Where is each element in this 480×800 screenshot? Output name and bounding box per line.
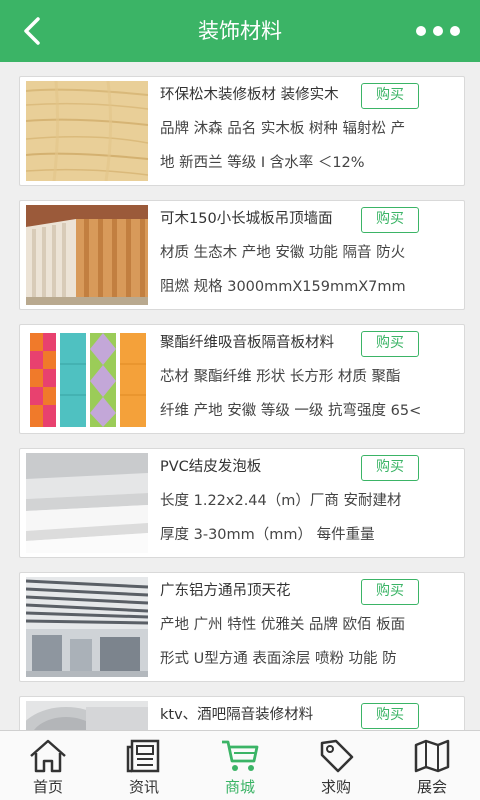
product-list[interactable]: 环保松木装修板材 装修实木 购买 品牌 沐森 品名 实木板 树种 辐射松 产 地… <box>0 62 480 730</box>
news-icon <box>124 737 164 775</box>
product-image-soundproof-roll <box>26 701 148 730</box>
product-spec-line: 纤维 产地 安徽 等级 一级 抗弯强度 65< <box>160 403 422 419</box>
product-image-wood <box>26 81 148 181</box>
more-dot-icon <box>450 26 460 36</box>
product-spec-line: 长度 1.22x2.44（m）厂商 安耐建材 <box>160 493 402 509</box>
tab-purchase[interactable]: 求购 <box>288 731 384 800</box>
buy-button[interactable]: 购买 <box>361 207 419 233</box>
product-title[interactable]: ktv、酒吧隔音装修材料 <box>160 703 313 724</box>
product-title[interactable]: 广东铝方通吊顶天花 <box>160 579 291 600</box>
home-icon <box>28 737 68 775</box>
product-title[interactable]: 聚酯纤维吸音板隔音板材料 <box>160 331 334 352</box>
product-card[interactable]: 环保松木装修板材 装修实木 购买 品牌 沐森 品名 实木板 树种 辐射松 产 地… <box>19 76 465 186</box>
tab-label: 商城 <box>224 778 255 796</box>
product-spec-line: 形式 U型方通 表面涂层 喷粉 功能 防 <box>160 651 397 667</box>
tab-home[interactable]: 首页 <box>0 731 96 800</box>
tab-mall[interactable]: 商城 <box>192 731 288 800</box>
product-spec-line: 品牌 沐森 品名 实木板 树种 辐射松 产 <box>160 121 406 137</box>
tag-icon <box>316 737 356 775</box>
tab-label: 展会 <box>416 778 447 796</box>
more-dot-icon <box>433 26 443 36</box>
buy-button[interactable]: 购买 <box>361 455 419 481</box>
product-spec-line: 厚度 3-30mm（mm） 每件重量 <box>160 527 375 543</box>
product-image-wall-panel <box>26 205 148 305</box>
product-spec-line: 芯材 聚酯纤维 形状 长方形 材质 聚酯 <box>160 369 401 385</box>
product-spec-line: 材质 生态木 产地 安徽 功能 隔音 防火 <box>160 245 406 261</box>
product-card[interactable]: 广东铝方通吊顶天花 购买 产地 广州 特性 优雅关 品牌 欧佰 板面 形式 U型… <box>19 572 465 682</box>
buy-button[interactable]: 购买 <box>361 579 419 605</box>
page-title: 装饰材料 <box>198 19 282 43</box>
product-title[interactable]: 环保松木装修板材 装修实木 <box>160 83 339 104</box>
more-dot-icon <box>416 26 426 36</box>
buy-button[interactable]: 购买 <box>361 703 419 729</box>
product-image-aluminum-ceiling <box>26 577 148 677</box>
buy-button[interactable]: 购买 <box>361 331 419 357</box>
product-card[interactable]: 可木150小长城板吊顶墙面 购买 材质 生态木 产地 安徽 功能 隔音 防火 阻… <box>19 200 465 310</box>
product-image-acoustic-panels <box>26 329 148 429</box>
more-menu-button[interactable] <box>416 22 460 40</box>
tab-exhibition[interactable]: 展会 <box>384 731 480 800</box>
product-title[interactable]: 可木150小长城板吊顶墙面 <box>160 207 333 228</box>
app-header: 装饰材料 <box>0 0 480 62</box>
product-spec-line: 地 新西兰 等级 Ⅰ 含水率 ＜12% <box>160 155 365 171</box>
product-spec-line: 阻燃 规格 3000mmX159mmX7mm <box>160 279 406 295</box>
buy-button[interactable]: 购买 <box>361 83 419 109</box>
tab-label: 首页 <box>32 778 63 796</box>
tab-news[interactable]: 资讯 <box>96 731 192 800</box>
tab-label: 求购 <box>320 778 351 796</box>
product-card[interactable]: ktv、酒吧隔音装修材料 购买 <box>19 696 465 730</box>
product-spec-line: 产地 广州 特性 优雅关 品牌 欧佰 板面 <box>160 617 406 633</box>
product-image-pvc-board <box>26 453 148 553</box>
product-card[interactable]: PVC结皮发泡板 购买 长度 1.22x2.44（m）厂商 安耐建材 厚度 3-… <box>19 448 465 558</box>
cart-icon <box>220 737 260 775</box>
tab-label: 资讯 <box>128 778 159 796</box>
bottom-tab-bar: 首页 资讯 商城 求购 展会 <box>0 730 480 800</box>
product-card[interactable]: 聚酯纤维吸音板隔音板材料 购买 芯材 聚酯纤维 形状 长方形 材质 聚酯 纤维 … <box>19 324 465 434</box>
map-icon <box>412 737 452 775</box>
product-title[interactable]: PVC结皮发泡板 <box>160 455 261 476</box>
